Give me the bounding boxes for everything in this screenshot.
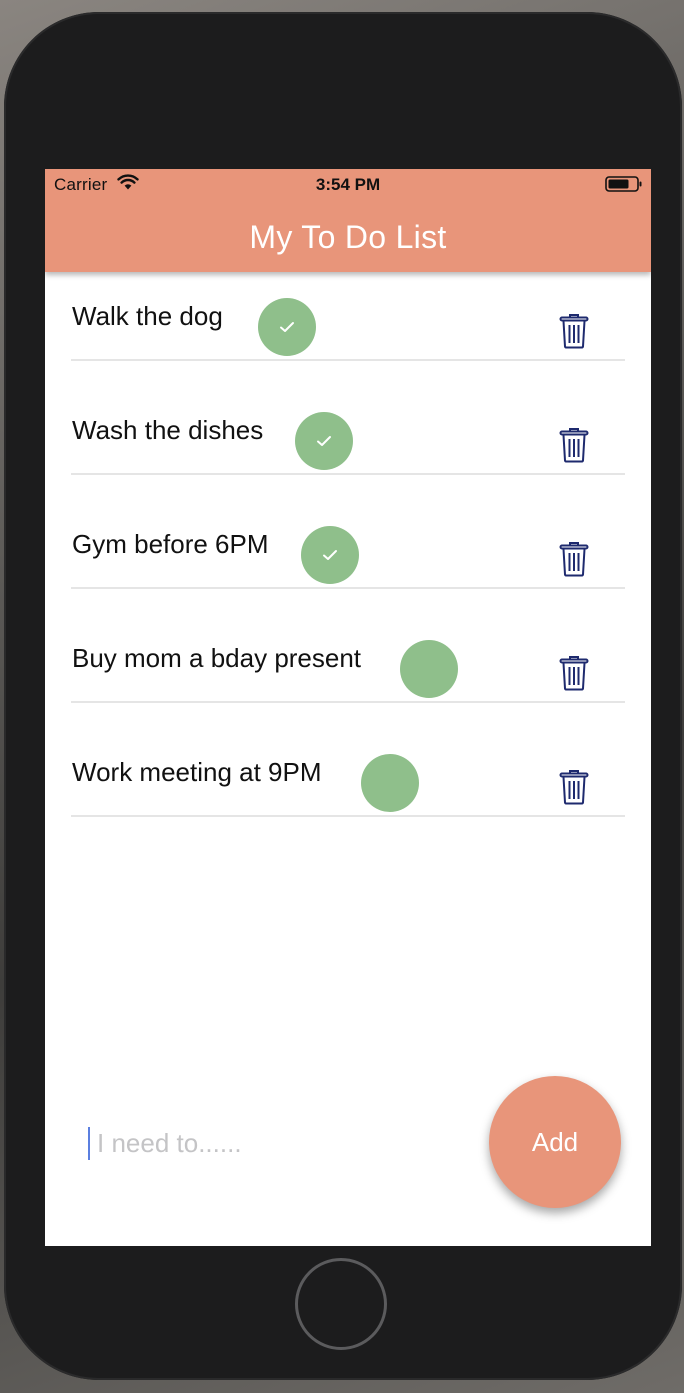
todo-item: Wash the dishes xyxy=(71,385,625,475)
complete-toggle[interactable] xyxy=(400,640,458,698)
todo-item: Gym before 6PM xyxy=(71,499,625,589)
todo-item-text: Walk the dog xyxy=(72,301,223,331)
add-button[interactable]: Add xyxy=(489,1076,621,1208)
todo-item: Buy mom a bday present xyxy=(71,613,625,703)
checkmark-icon xyxy=(317,436,331,446)
todo-item-text: Work meeting at 9PM xyxy=(72,757,322,787)
home-button[interactable] xyxy=(295,1258,387,1350)
phone-frame: Carrier 3:54 PM My To Do List Walk the d… xyxy=(4,12,682,1380)
todo-item: Work meeting at 9PM xyxy=(71,727,625,817)
text-cursor xyxy=(88,1127,90,1160)
app-header: Carrier 3:54 PM My To Do List xyxy=(45,169,651,272)
todo-item-text: Buy mom a bday present xyxy=(72,643,362,673)
complete-toggle[interactable] xyxy=(361,754,419,812)
trash-icon[interactable] xyxy=(559,427,589,463)
trash-icon[interactable] xyxy=(559,313,589,349)
complete-toggle[interactable] xyxy=(295,412,353,470)
app-screen: Carrier 3:54 PM My To Do List Walk the d… xyxy=(45,169,651,1246)
trash-icon[interactable] xyxy=(559,655,589,691)
checkmark-icon xyxy=(280,322,294,332)
battery-icon xyxy=(605,176,642,192)
complete-toggle[interactable] xyxy=(301,526,359,584)
checkmark-icon xyxy=(323,550,337,560)
todo-item-text: Gym before 6PM xyxy=(72,529,269,559)
trash-icon[interactable] xyxy=(559,541,589,577)
todo-item: Walk the dog xyxy=(71,271,625,361)
todo-item-text: Wash the dishes xyxy=(72,415,264,445)
new-todo-input[interactable] xyxy=(97,1121,457,1165)
trash-icon[interactable] xyxy=(559,769,589,805)
page-title: My To Do List xyxy=(249,219,447,255)
complete-toggle[interactable] xyxy=(258,298,316,356)
status-time: 3:54 PM xyxy=(315,175,381,194)
status-bar: Carrier 3:54 PM xyxy=(45,169,651,199)
